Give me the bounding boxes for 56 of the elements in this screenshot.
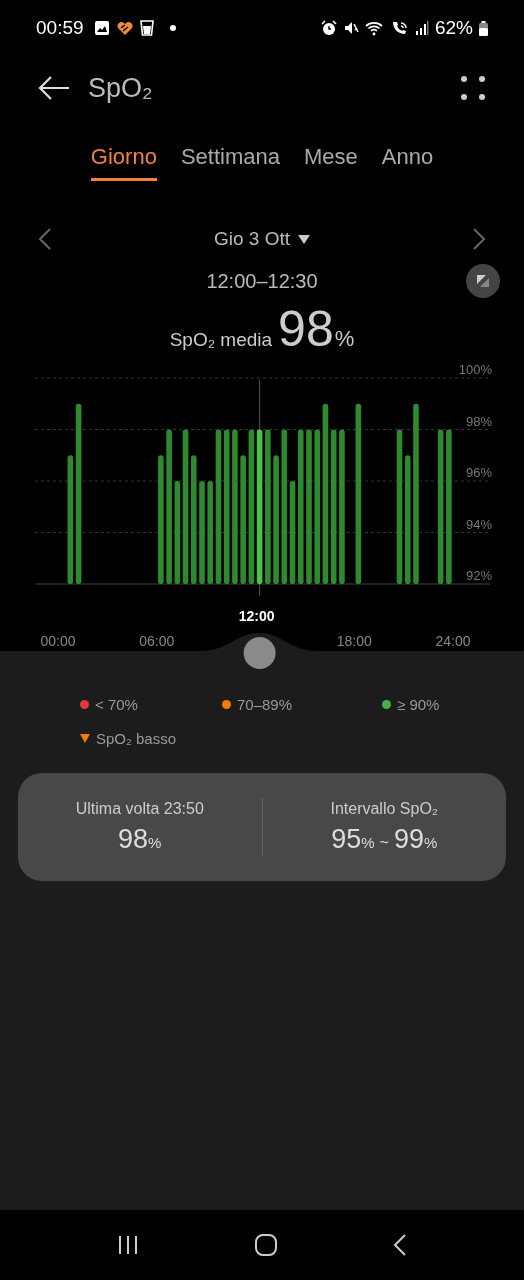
image-icon bbox=[93, 20, 110, 36]
summary-unit: % bbox=[423, 833, 438, 851]
status-time: 00:59 bbox=[36, 17, 84, 39]
compare-button[interactable] bbox=[466, 264, 500, 298]
average-label: SpO₂ media bbox=[169, 329, 273, 351]
x-axis-label: 18:00 bbox=[336, 633, 372, 649]
time-range: 12:00–12:30 bbox=[206, 269, 318, 293]
recent-apps-icon[interactable] bbox=[117, 1235, 140, 1255]
average-unit: % bbox=[334, 326, 355, 352]
period-tab[interactable]: Giorno bbox=[90, 144, 157, 181]
legend-label: 70–89% bbox=[237, 696, 293, 713]
y-axis-label: 94% bbox=[465, 516, 492, 532]
period-tab[interactable]: Mese bbox=[303, 144, 358, 178]
home-icon[interactable] bbox=[254, 1233, 278, 1257]
mute-icon bbox=[342, 20, 359, 36]
more-options-icon[interactable] bbox=[460, 75, 486, 101]
summary-value: 98 bbox=[118, 823, 149, 855]
page-title: SpO₂ bbox=[88, 72, 153, 104]
heart-icon bbox=[115, 20, 134, 36]
signal-icon bbox=[414, 20, 429, 36]
compare-icon bbox=[476, 274, 490, 288]
next-day-icon[interactable] bbox=[472, 228, 486, 250]
alarm-icon bbox=[320, 20, 337, 36]
x-axis-label: 06:00 bbox=[139, 633, 175, 649]
y-axis-label: 98% bbox=[465, 413, 492, 429]
back-arrow-icon[interactable] bbox=[38, 75, 70, 101]
back-icon[interactable] bbox=[392, 1233, 407, 1257]
x-axis-label: 24:00 bbox=[435, 633, 471, 649]
y-axis-label: 96% bbox=[465, 465, 492, 480]
y-axis-label: 92% bbox=[465, 568, 492, 583]
average-value: 98 bbox=[278, 300, 334, 358]
summary-label: Intervallo SpO₂ bbox=[330, 799, 439, 818]
x-axis-label: 00:00 bbox=[40, 633, 76, 649]
time-slider-handle[interactable] bbox=[243, 637, 276, 669]
period-tab[interactable]: Anno bbox=[381, 144, 434, 178]
summary-unit: % bbox=[361, 833, 375, 851]
legend-label: SpO₂ basso bbox=[96, 730, 177, 747]
selected-time-label: 12:00 bbox=[238, 608, 275, 624]
y-axis-label: 100% bbox=[458, 362, 492, 377]
wifi-call-icon bbox=[390, 20, 409, 36]
summary-max-value: 99 bbox=[393, 823, 424, 855]
summary-min-value: 95 bbox=[331, 823, 362, 855]
date-selector[interactable]: Gio 3 Ott bbox=[214, 228, 310, 250]
glass-icon bbox=[139, 20, 154, 36]
range-separator: ~ bbox=[379, 833, 389, 852]
summary-unit: % bbox=[148, 833, 162, 851]
previous-day-icon[interactable] bbox=[38, 228, 52, 250]
legend-label: ≥ 90% bbox=[397, 696, 440, 713]
notification-dot-icon bbox=[169, 25, 176, 31]
wifi-icon bbox=[364, 20, 385, 36]
battery-percentage: 62% bbox=[434, 17, 473, 39]
summary-label: Ultima volta 23:50 bbox=[75, 799, 204, 818]
dropdown-icon bbox=[298, 234, 310, 244]
legend-label: < 70% bbox=[95, 696, 138, 713]
period-tab[interactable]: Settimana bbox=[180, 144, 280, 178]
battery-icon bbox=[479, 20, 488, 36]
